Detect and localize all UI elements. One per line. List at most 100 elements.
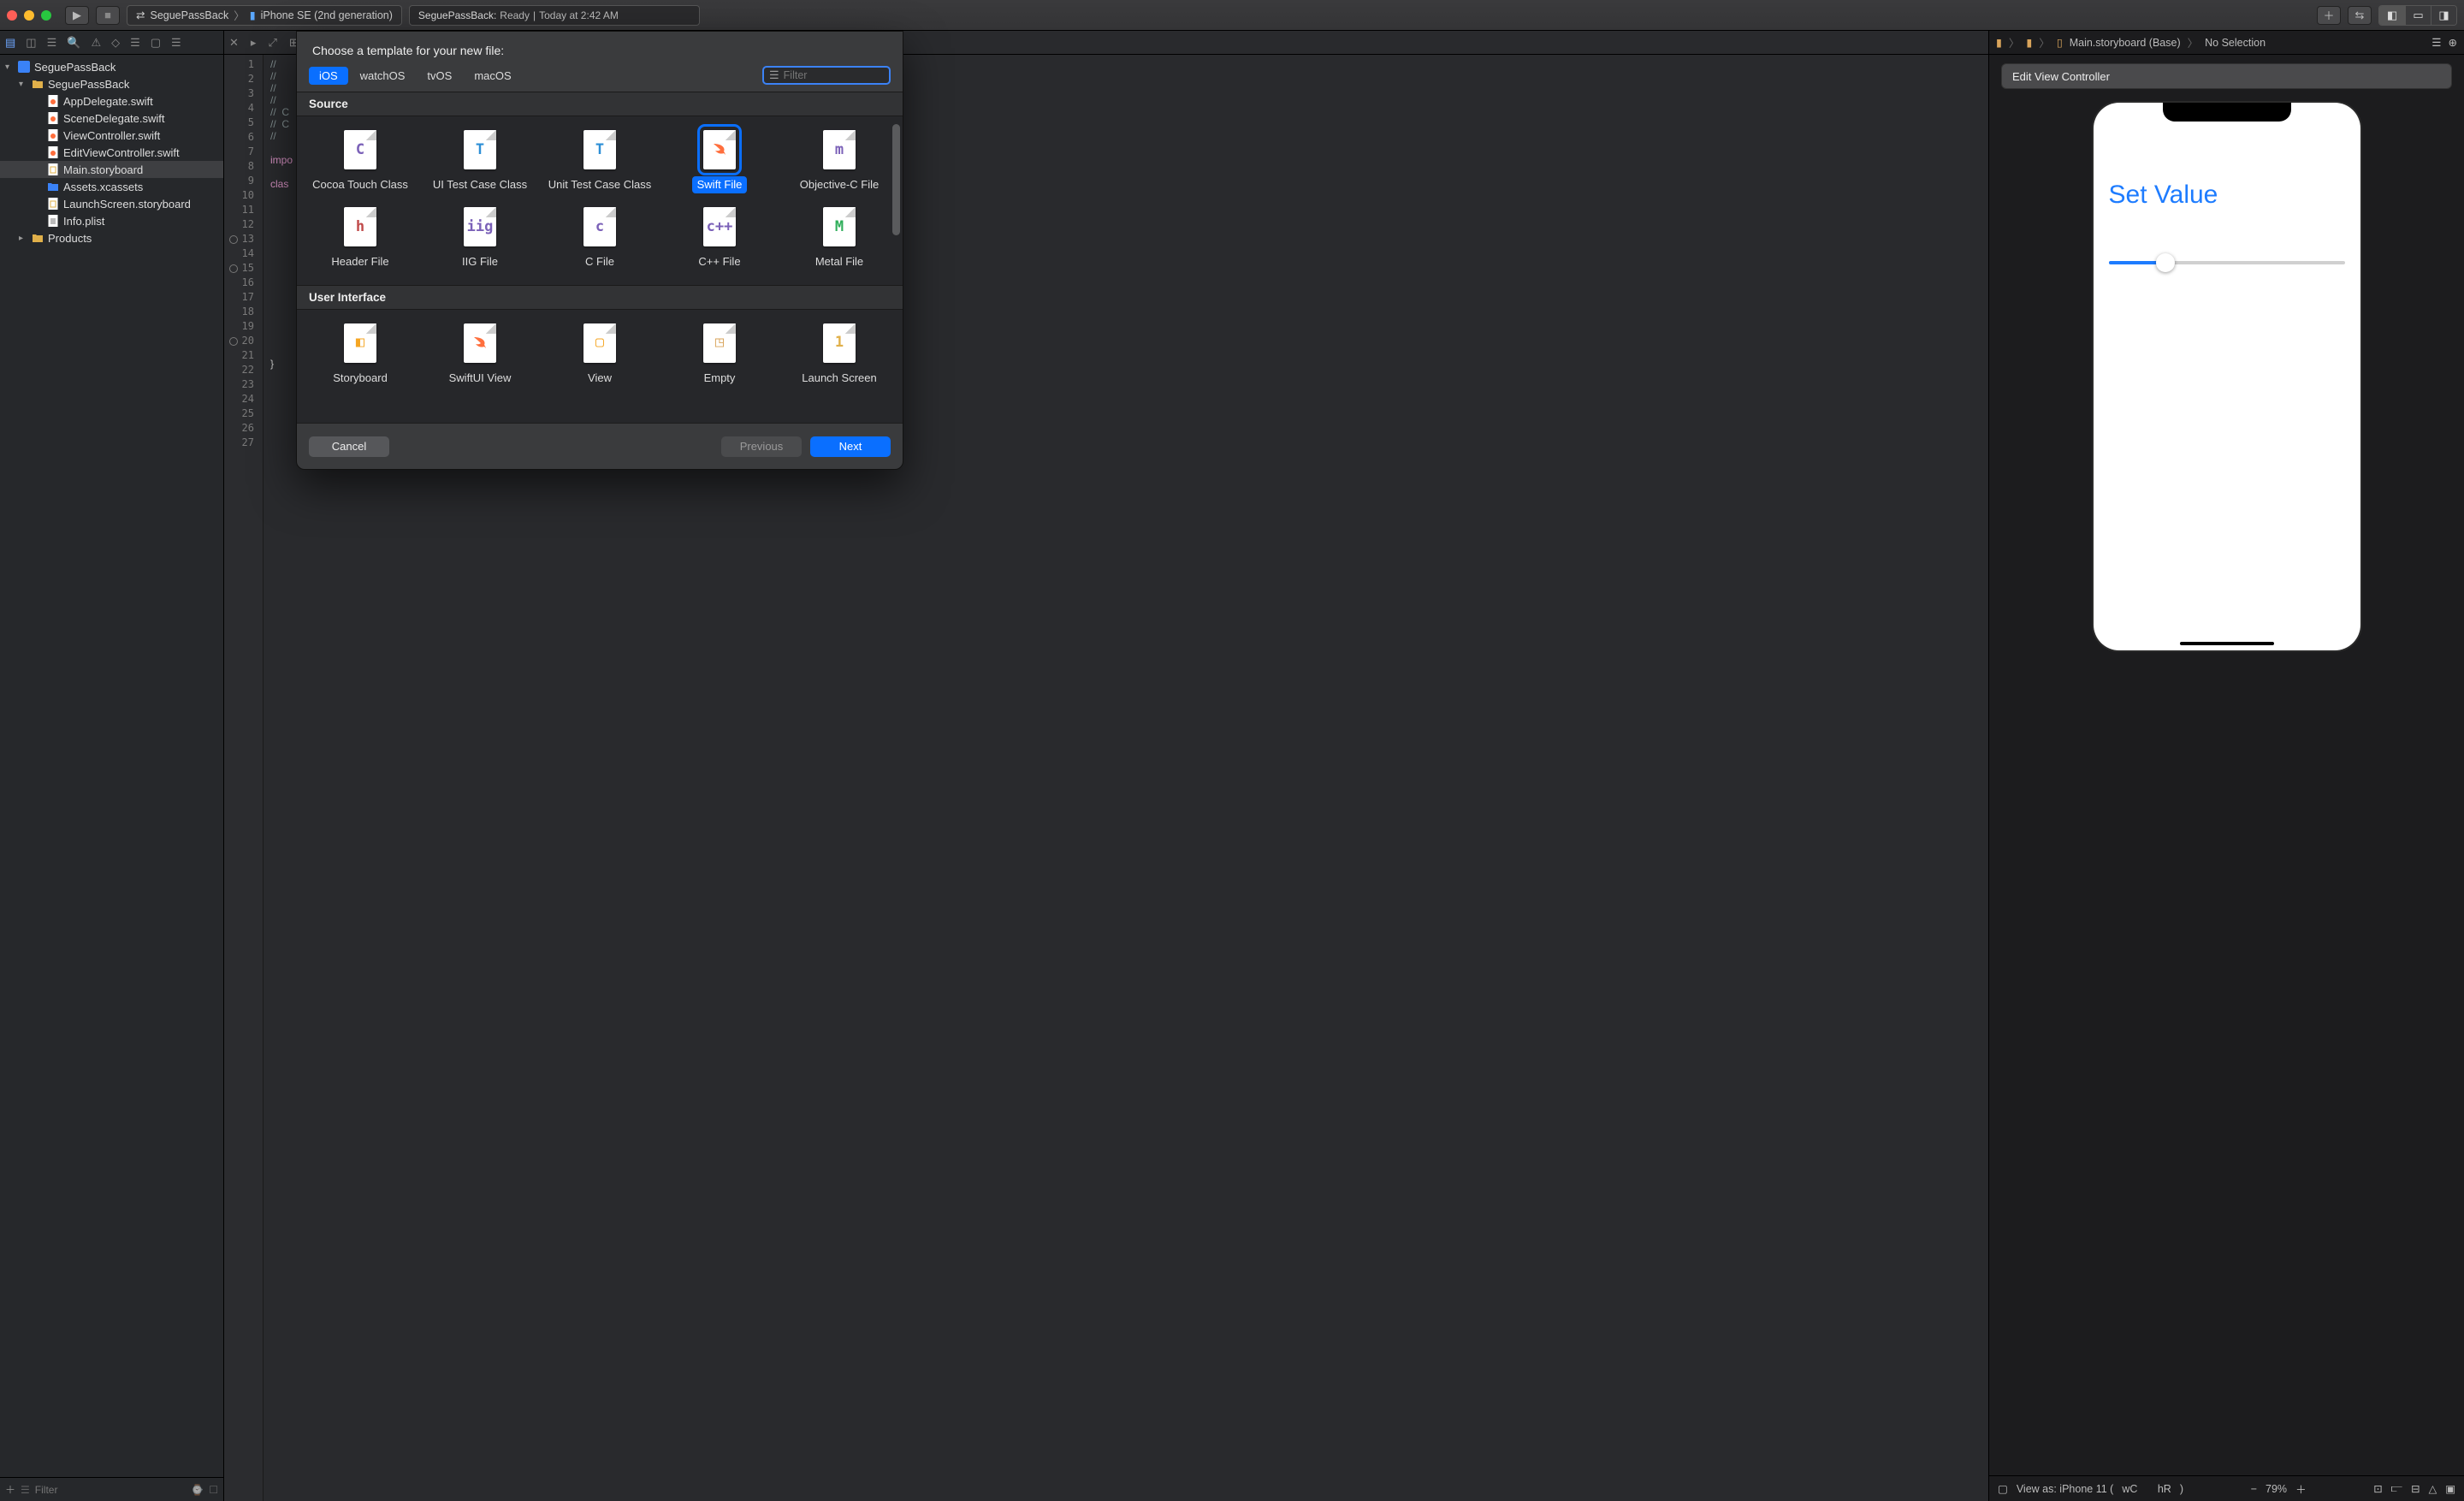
issue-nav-tab[interactable]: ⚠: [91, 36, 101, 50]
template-ui-test[interactable]: TUI Test Case Class: [420, 125, 540, 202]
panel-toggles: ◧ ▭ ◨: [2378, 5, 2457, 26]
swift-file-icon: [46, 94, 60, 108]
device-config-icon[interactable]: ▢: [1998, 1482, 2008, 1495]
template-unit-test[interactable]: TUnit Test Case Class: [540, 125, 660, 202]
close-tab-icon[interactable]: ✕: [229, 36, 239, 50]
template-cocoa-touch-class[interactable]: CCocoa Touch Class: [300, 125, 420, 202]
breakpoint-indicator[interactable]: [229, 264, 238, 273]
platform-tab-tvos[interactable]: tvOS: [417, 67, 462, 85]
file-node[interactable]: ViewController.swift: [0, 127, 223, 144]
app-icon: ⇄: [136, 9, 145, 21]
project-nav-tab[interactable]: ▤: [5, 36, 15, 50]
embed-icon[interactable]: ▣: [2445, 1482, 2455, 1495]
add-view-icon[interactable]: ⊕: [2449, 36, 2457, 49]
next-button[interactable]: Next: [810, 436, 891, 457]
outline-toggle-icon[interactable]: ☰: [2431, 36, 2441, 49]
storyboard-file-icon: [46, 163, 60, 176]
resolve-icon[interactable]: △: [2429, 1482, 2437, 1495]
zoom-out-button[interactable]: −: [2251, 1483, 2257, 1495]
template-header-file[interactable]: hHeader File: [300, 202, 420, 279]
symbol-nav-tab[interactable]: ☰: [47, 36, 57, 50]
file-node-selected[interactable]: Main.storyboard: [0, 161, 223, 178]
template-objc-file[interactable]: mObjective-C File: [779, 125, 899, 202]
status-project: SeguePassBack:: [418, 9, 496, 21]
template-launch-screen[interactable]: 1Launch Screen: [779, 318, 899, 395]
chevron-down-icon[interactable]: ▾: [5, 62, 14, 72]
navigator-filter-input[interactable]: [35, 1484, 187, 1496]
template-view[interactable]: ▢View: [540, 318, 660, 395]
navigator-tabs: ▤ ◫ ☰ 🔍 ⚠ ◇ ☰ ▢ ☰: [0, 31, 223, 55]
template-swift-file[interactable]: Swift File: [660, 125, 779, 202]
breakpoint-nav-tab[interactable]: ▢: [151, 36, 161, 50]
minimize-window[interactable]: [24, 10, 34, 21]
add-file-button[interactable]: ＋: [5, 1482, 15, 1497]
toolbar: ▶ ■ ⇄ SeguePassBack 〉 ▮ iPhone SE (2nd g…: [0, 0, 2464, 31]
scene-title: Edit View Controller: [2012, 70, 2110, 83]
add-button[interactable]: ＋: [2317, 6, 2341, 25]
align-icon[interactable]: ⫍: [2391, 1482, 2402, 1495]
ib-jump-bar[interactable]: ▮〉 ▮〉 ▯ Main.storyboard (Base)〉 No Selec…: [1989, 31, 2464, 55]
file-node[interactable]: Info.plist: [0, 212, 223, 229]
library-button[interactable]: ⇆: [2348, 6, 2372, 25]
scheme-selector[interactable]: ⇄ SeguePassBack 〉 ▮ iPhone SE (2nd gener…: [127, 5, 402, 26]
file-node[interactable]: EditViewController.swift: [0, 144, 223, 161]
home-indicator: [2180, 642, 2274, 645]
test-nav-tab[interactable]: ◇: [111, 36, 120, 50]
pin-icon[interactable]: ⊟: [2411, 1482, 2420, 1495]
toggle-inspector[interactable]: ◨: [2431, 6, 2456, 25]
toggle-navigator[interactable]: ◧: [2379, 6, 2405, 25]
template-filter[interactable]: ☰: [762, 66, 891, 85]
sheet-scrollbar[interactable]: [891, 124, 901, 381]
stop-button[interactable]: ■: [96, 6, 120, 25]
template-swiftui-view[interactable]: SwiftUI View: [420, 318, 540, 395]
status-state: Ready: [500, 9, 530, 21]
chevron-right-icon[interactable]: ▸: [19, 234, 27, 243]
products-node[interactable]: ▸ Products: [0, 229, 223, 246]
zoom-window[interactable]: [41, 10, 51, 21]
file-node[interactable]: Assets.xcassets: [0, 178, 223, 195]
expand-icon[interactable]: ⤢: [268, 36, 276, 50]
template-cpp-file[interactable]: c++C++ File: [660, 202, 779, 279]
template-empty[interactable]: ◳Empty: [660, 318, 779, 395]
platform-tab-watchos[interactable]: watchOS: [350, 67, 416, 85]
set-value-button[interactable]: Set Value: [2102, 133, 2352, 210]
recent-filter-icon[interactable]: ⌚: [191, 1484, 204, 1496]
previous-button[interactable]: Previous: [721, 436, 802, 457]
debug-nav-tab[interactable]: ☰: [130, 36, 140, 50]
template-metal-file[interactable]: MMetal File: [779, 202, 899, 279]
report-nav-tab[interactable]: ☰: [171, 36, 181, 50]
toggle-debug[interactable]: ▭: [2405, 6, 2431, 25]
constraints-icon[interactable]: ⊡: [2373, 1482, 2382, 1495]
view-as-label[interactable]: View as: iPhone 11 (: [2017, 1483, 2114, 1495]
template-storyboard[interactable]: ◧Storyboard: [300, 318, 420, 395]
platform-tab-ios[interactable]: iOS: [309, 67, 348, 85]
template-filter-input[interactable]: [784, 69, 903, 81]
slider-thumb[interactable]: [2156, 253, 2175, 272]
breakpoint-indicator[interactable]: [229, 235, 238, 244]
breakpoint-indicator[interactable]: [229, 337, 238, 346]
file-node[interactable]: SceneDelegate.swift: [0, 110, 223, 127]
ui-slider[interactable]: [2109, 261, 2345, 264]
scm-filter-icon[interactable]: ☐: [209, 1484, 218, 1496]
chevron-down-icon[interactable]: ▾: [19, 80, 27, 89]
file-node[interactable]: LaunchScreen.storyboard: [0, 195, 223, 212]
platform-tab-macos[interactable]: macOS: [464, 67, 521, 85]
group-node[interactable]: ▾ SeguePassBack: [0, 75, 223, 92]
template-list[interactable]: Source CCocoa Touch Class TUI Test Case …: [297, 92, 903, 423]
close-window[interactable]: [7, 10, 17, 21]
zoom-in-button[interactable]: ＋: [2295, 1480, 2307, 1497]
plus-icon: ＋: [2323, 7, 2334, 23]
file-node[interactable]: AppDelegate.swift: [0, 92, 223, 110]
cancel-button[interactable]: Cancel: [309, 436, 389, 457]
canvas[interactable]: Set Value: [1989, 89, 2464, 1475]
project-node[interactable]: ▾ SeguePassBack: [0, 58, 223, 75]
activity-status: SeguePassBack: Ready | Today at 2:42 AM: [409, 5, 700, 26]
filter-icon: ☰: [769, 68, 779, 82]
scene-header[interactable]: Edit View Controller: [2001, 63, 2452, 89]
template-iig-file[interactable]: iigIIG File: [420, 202, 540, 279]
template-c-file[interactable]: cC File: [540, 202, 660, 279]
find-nav-tab[interactable]: 🔍: [67, 36, 80, 50]
run-button[interactable]: ▶: [65, 6, 89, 25]
interface-builder: ▮〉 ▮〉 ▯ Main.storyboard (Base)〉 No Selec…: [1988, 31, 2464, 1501]
source-control-tab[interactable]: ◫: [26, 36, 36, 50]
